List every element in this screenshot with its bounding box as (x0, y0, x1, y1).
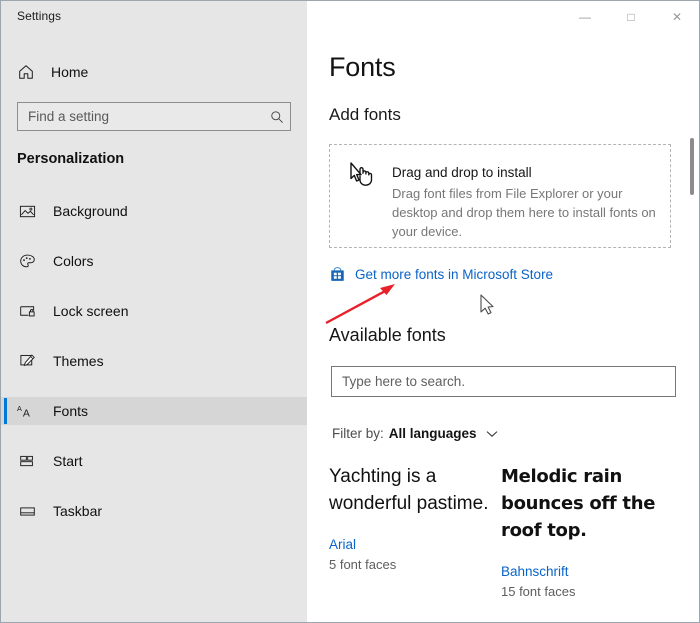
dropzone-title: Drag and drop to install (392, 165, 532, 180)
filter-by-label: Filter by: (332, 426, 384, 441)
sidebar-item-background-label: Background (53, 203, 128, 219)
lock-screen-icon (17, 301, 37, 321)
font-card-bahnschrift[interactable]: Melodic rain bounces off the roof top. B… (501, 463, 673, 599)
sidebar-item-themes[interactable]: Themes (1, 347, 307, 375)
font-search-input[interactable] (332, 366, 675, 397)
sidebar-item-start-label: Start (53, 453, 83, 469)
minimize-button[interactable]: — (562, 1, 608, 32)
svg-text:A: A (17, 404, 22, 413)
dropzone-description: Drag font files from File Explorer or yo… (392, 184, 656, 241)
scrollbar-thumb[interactable] (690, 138, 694, 195)
app-title: Settings (17, 9, 61, 23)
window-controls: — □ ✕ (562, 1, 700, 32)
sidebar-item-fonts[interactable]: A A Fonts (1, 397, 307, 425)
available-fonts-grid: Yachting is a wonderful pastime. Arial 5… (329, 463, 689, 599)
close-button[interactable]: ✕ (654, 1, 700, 32)
sidebar-titlebar[interactable]: Settings (1, 1, 307, 33)
sidebar-item-taskbar[interactable]: Taskbar (1, 497, 307, 525)
sidebar-item-lock-screen[interactable]: Lock screen (1, 297, 307, 325)
page-title: Fonts (329, 52, 396, 83)
sidebar-item-themes-label: Themes (53, 353, 104, 369)
sidebar-item-fonts-label: Fonts (53, 403, 88, 419)
font-card-sample: Melodic rain bounces off the roof top. (501, 463, 673, 544)
available-fonts-heading: Available fonts (329, 325, 446, 346)
font-card-name[interactable]: Arial (329, 537, 501, 552)
taskbar-icon (17, 501, 37, 521)
content-scrollbar[interactable] (685, 33, 699, 623)
home-icon (15, 61, 37, 83)
font-aa-icon: A A (17, 401, 37, 421)
selection-indicator (4, 398, 7, 424)
search-icon[interactable] (264, 110, 290, 124)
sidebar-item-start[interactable]: Start (1, 447, 307, 475)
drag-hand-icon (348, 161, 378, 191)
font-card-name[interactable]: Bahnschrift (501, 564, 673, 579)
filter-by-dropdown[interactable]: Filter by: All languages (332, 426, 498, 441)
sidebar-item-taskbar-label: Taskbar (53, 503, 102, 519)
sidebar-item-home-label: Home (51, 64, 88, 80)
filter-by-value: All languages (389, 426, 477, 441)
sidebar-category-heading: Personalization (17, 151, 124, 167)
font-card-arial[interactable]: Yachting is a wonderful pastime. Arial 5… (329, 463, 501, 599)
sidebar: Settings Home Personalization (1, 1, 307, 623)
add-fonts-heading: Add fonts (329, 105, 401, 125)
sidebar-item-lock-screen-label: Lock screen (53, 303, 128, 319)
get-more-fonts-link-label: Get more fonts in Microsoft Store (355, 267, 553, 282)
sidebar-item-background[interactable]: Background (1, 197, 307, 225)
maximize-button[interactable]: □ (608, 1, 654, 32)
font-card-faces: 5 font faces (329, 557, 501, 572)
palette-icon (17, 251, 37, 271)
font-card-sample: Yachting is a wonderful pastime. (329, 463, 501, 517)
brush-icon (17, 351, 37, 371)
font-dropzone[interactable]: Drag and drop to install Drag font files… (329, 144, 671, 248)
sidebar-nav-list: Background Colors (1, 197, 307, 547)
start-tiles-icon (17, 451, 37, 471)
settings-window: Settings Home Personalization (0, 0, 700, 623)
microsoft-store-icon (329, 266, 346, 283)
chevron-down-icon[interactable] (486, 430, 498, 438)
search-setting-box[interactable] (17, 102, 291, 131)
sidebar-item-colors[interactable]: Colors (1, 247, 307, 275)
font-search-box[interactable] (331, 366, 676, 397)
sidebar-item-colors-label: Colors (53, 253, 93, 269)
get-more-fonts-link[interactable]: Get more fonts in Microsoft Store (329, 266, 553, 283)
font-card-faces: 15 font faces (501, 584, 673, 599)
search-input[interactable] (18, 102, 264, 131)
content-panel: — □ ✕ Fonts Add fonts Drag and drop to i… (307, 1, 700, 623)
sidebar-item-home[interactable]: Home (1, 57, 307, 87)
svg-text:A: A (23, 408, 30, 419)
image-icon (17, 201, 37, 221)
